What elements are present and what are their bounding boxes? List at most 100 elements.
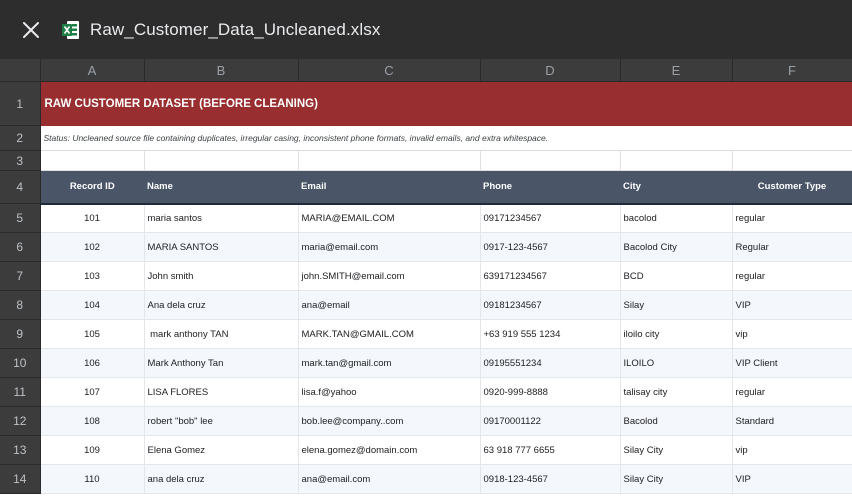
cell-email[interactable]: bob.lee@company..com [298,406,481,436]
table-cell[interactable] [144,150,299,171]
cell-email[interactable]: MARIA@EMAIL.COM [298,203,481,233]
cell-name[interactable]: LISA FLORES [144,377,299,407]
cell-city[interactable]: BCD [620,261,733,291]
cell-name[interactable]: Elena Gomez [144,435,299,465]
header-name[interactable]: Name [144,170,298,205]
row-number[interactable]: 1 [0,81,41,126]
table-cell[interactable] [480,150,621,171]
cell-city[interactable]: Silay [620,290,733,320]
cell-record-id[interactable]: 105 [40,319,145,349]
cell-phone[interactable]: 09170001122 [480,406,621,436]
row-number[interactable]: 7 [0,261,41,291]
cell-name[interactable]: ana dela cruz [144,464,299,494]
row-number[interactable]: 4 [0,170,41,204]
cell-phone[interactable]: 0920-999-8888 [480,377,621,407]
cell-record-id[interactable]: 110 [40,464,145,494]
cell-city[interactable]: bacolod [620,203,733,233]
row-number[interactable]: 3 [0,150,41,171]
cell-phone[interactable]: 0917-123-4567 [480,232,621,262]
cell-city[interactable]: ILOILO [620,348,733,378]
cell-email[interactable]: mark.tan@gmail.com [298,348,481,378]
sheet-title-cell[interactable]: RAW CUSTOMER DATASET (BEFORE CLEANING) [40,81,852,126]
cell-email[interactable]: lisa.f@yahoo [298,377,481,407]
cell-record-id[interactable]: 108 [40,406,145,436]
cell-customer-type[interactable]: VIP [732,464,852,494]
cell-name[interactable]: Mark Anthony Tan [144,348,299,378]
cell-email[interactable]: ana@email [298,290,481,320]
cell-email[interactable]: MARK.TAN@GMAIL.COM [298,319,481,349]
cell-record-id[interactable]: 103 [40,261,145,291]
cell-city[interactable]: Silay City [620,435,733,465]
cell-customer-type[interactable]: Regular [732,232,852,262]
row-number[interactable]: 8 [0,290,41,320]
column-header-f[interactable]: F [732,59,852,82]
header-customer-type[interactable]: Customer Type [732,170,852,205]
spreadsheet-grid[interactable]: A B C D E F 1 RAW CUSTOMER DATASET (BEFO… [0,59,852,496]
cell-phone[interactable]: 09195551234 [480,348,621,378]
status-note-cell[interactable]: Status: Uncleaned source file containing… [40,125,852,151]
cell-name[interactable]: Ana dela cruz [144,290,299,320]
row-number[interactable]: 2 [0,125,41,151]
cell-customer-type[interactable]: regular [732,377,852,407]
column-header-c[interactable]: C [298,59,481,82]
cell-customer-type[interactable]: vip [732,319,852,349]
cell-phone[interactable]: +63 919 555 1234 [480,319,621,349]
cell-email[interactable]: ana@email.com [298,464,481,494]
cell-record-id[interactable]: 104 [40,290,145,320]
cell-phone[interactable]: 09181234567 [480,290,621,320]
cell-city[interactable]: iloilo city [620,319,733,349]
cell-record-id[interactable]: 102 [40,232,145,262]
column-header-d[interactable]: D [480,59,621,82]
row-number[interactable]: 11 [0,377,41,407]
cell-phone[interactable]: 639171234567 [480,261,621,291]
row-number[interactable]: 14 [0,464,41,494]
cell-city[interactable]: Bacolod [620,406,733,436]
row-number[interactable]: 13 [0,435,41,465]
header-email[interactable]: Email [298,170,480,205]
column-header-e[interactable]: E [620,59,733,82]
cell-city[interactable]: talisay city [620,377,733,407]
cell-customer-type[interactable]: regular [732,203,852,233]
table-cell[interactable] [620,150,733,171]
cell-phone[interactable]: 09171234567 [480,203,621,233]
cell-email[interactable]: john.SMITH@email.com [298,261,481,291]
row-number[interactable]: 10 [0,348,41,378]
cell-name[interactable]: maria santos [144,203,299,233]
row-number[interactable]: 6 [0,232,41,262]
cell-city[interactable]: Bacolod City [620,232,733,262]
column-header-b[interactable]: B [144,59,299,82]
header-record-id[interactable]: Record ID [40,170,144,205]
cell-customer-type[interactable]: VIP [732,290,852,320]
table-row: 13 109 Elena Gomez elena.gomez@domain.com 63… [0,435,852,465]
cell-customer-type[interactable]: vip [732,435,852,465]
cell-record-id[interactable]: 101 [40,203,145,233]
cell-email[interactable]: elena.gomez@domain.com [298,435,481,465]
select-all-corner[interactable] [0,59,41,82]
cell-record-id[interactable]: 109 [40,435,145,465]
table-cell[interactable] [298,150,481,171]
header-city[interactable]: City [620,170,732,205]
cell-city[interactable]: Silay City [620,464,733,494]
close-button[interactable] [20,19,42,41]
table-row: 11 107 LISA FLORES lisa.f@yahoo 0920-999-888… [0,377,852,407]
table-cell[interactable] [732,150,852,171]
cell-name[interactable]: MARIA SANTOS [144,232,299,262]
title-row: 1 RAW CUSTOMER DATASET (BEFORE CLEANING) [0,81,852,126]
table-cell[interactable] [40,150,145,171]
cell-customer-type[interactable]: VIP Client [732,348,852,378]
cell-record-id[interactable]: 106 [40,348,145,378]
cell-record-id[interactable]: 107 [40,377,145,407]
cell-phone[interactable]: 0918-123-4567 [480,464,621,494]
header-phone[interactable]: Phone [480,170,620,205]
cell-name[interactable]: mark anthony TAN [144,319,299,349]
cell-name[interactable]: robert "bob" lee [144,406,299,436]
cell-phone[interactable]: 63 918 777 6655 [480,435,621,465]
cell-customer-type[interactable]: Standard [732,406,852,436]
cell-customer-type[interactable]: regular [732,261,852,291]
cell-name[interactable]: John smith [144,261,299,291]
row-number[interactable]: 5 [0,203,41,233]
row-number[interactable]: 12 [0,406,41,436]
column-header-a[interactable]: A [40,59,145,82]
cell-email[interactable]: maria@email.com [298,232,481,262]
row-number[interactable]: 9 [0,319,41,349]
